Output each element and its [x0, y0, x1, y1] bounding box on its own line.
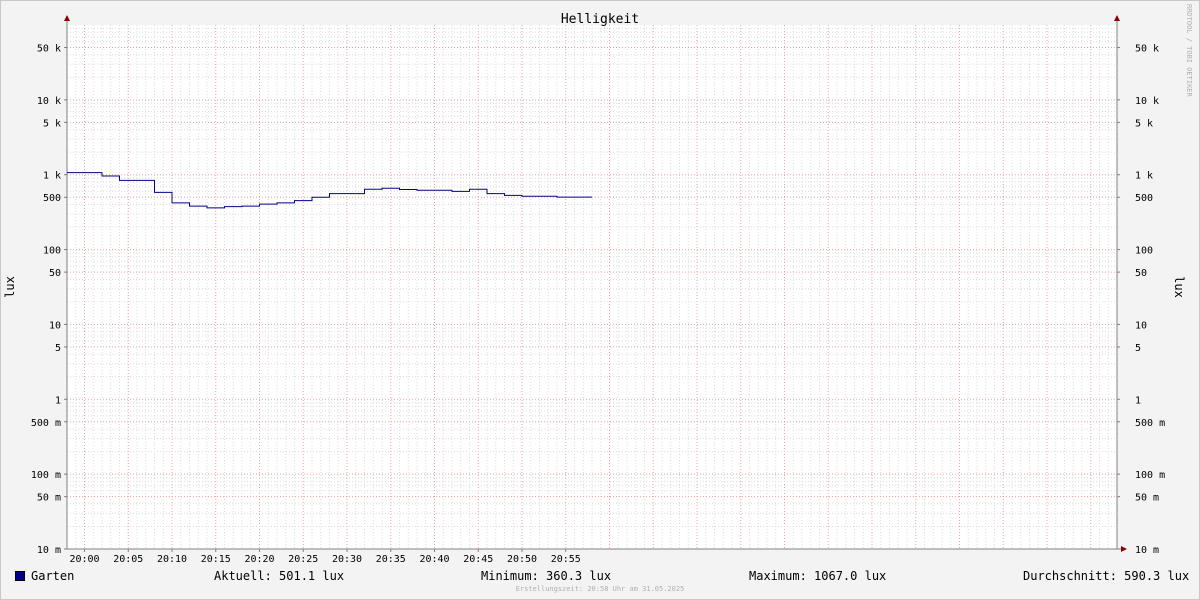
chart-title: Helligkeit: [561, 12, 639, 27]
stat-current-text: Aktuell: 501.1 lux: [214, 569, 345, 583]
x-tick-label: 20:20: [244, 554, 274, 565]
stat-current: Aktuell: 501.1 lux: [214, 569, 344, 583]
y-tick-label-left: 1: [55, 395, 61, 406]
legend-swatch: [15, 571, 25, 581]
legend: Garten: [15, 569, 74, 583]
stat-average: Durchschnitt: 590.3 lux: [1023, 569, 1189, 583]
y-tick-label-left: 5: [55, 343, 61, 354]
stat-maximum: Maximum: 1067.0 lux: [749, 569, 886, 583]
y-tick-label-left: 5 k: [43, 118, 61, 129]
y-tick-label-right: 50: [1135, 268, 1147, 279]
x-tick-label: 20:40: [419, 554, 449, 565]
watermark: RRDTOOL / TOBI OETIKER: [1185, 4, 1193, 98]
x-tick-label: 20:25: [288, 554, 318, 565]
y-tick-label-left: 10 m: [37, 545, 61, 556]
x-tick-label: 20:00: [69, 554, 99, 565]
y-tick-label-left: 50: [49, 268, 61, 279]
y-tick-label-right: 500 m: [1135, 418, 1165, 429]
x-tick-label: 20:50: [507, 554, 537, 565]
y-axis-label-left: lux: [3, 276, 17, 298]
legend-label: Garten: [31, 569, 75, 583]
y-tick-label-left: 50 k: [37, 44, 61, 55]
x-tick-label: 20:15: [201, 554, 231, 565]
y-tick-label-left: 10 k: [37, 96, 61, 107]
y-tick-label-right: 500: [1135, 193, 1153, 204]
y-tick-label-left: 500: [43, 193, 61, 204]
y-tick-label-right: 50 k: [1135, 44, 1159, 55]
stat-maximum-text: Maximum: 1067.0 lux: [749, 569, 887, 583]
x-tick-label: 20:30: [332, 554, 362, 565]
stat-minimum-text: Minimum: 360.3 lux: [481, 569, 612, 583]
stat-average-text: Durchschnitt: 590.3 lux: [1023, 569, 1190, 583]
y-tick-label-right: 1: [1135, 395, 1141, 406]
y-tick-label-left: 50 m: [37, 493, 61, 504]
y-tick-label-left: 10: [49, 320, 61, 331]
y-tick-label-right: 10 k: [1135, 96, 1159, 107]
y-axis-right-arrow: [1114, 15, 1120, 21]
creation-time: Erstellungszeit: 20:58 Uhr am 31.05.2025: [515, 585, 685, 593]
y-tick-label-right: 100: [1135, 246, 1153, 257]
y-axis-label-right: lux: [1172, 276, 1186, 298]
brightness-chart: 10 m 10 m 50 m 50 m 100 m 100 m 500 m 500 m 1 1 5 5…: [3, 4, 1193, 565]
y-tick-label-left: 100: [43, 246, 61, 257]
y-tick-label-right: 10: [1135, 320, 1147, 331]
y-tick-label-right: 50 m: [1135, 493, 1159, 504]
x-tick-label: 20:55: [551, 554, 581, 565]
y-tick-label-right: 5: [1135, 343, 1141, 354]
legend-bar: Garten Aktuell: 501.1 lux Minimum: 360.3…: [0, 566, 1200, 586]
x-tick-label: 20:10: [157, 554, 187, 565]
x-tick-label: 20:35: [376, 554, 406, 565]
y-tick-label-right: 1 k: [1135, 171, 1153, 182]
x-tick-label: 20:05: [113, 554, 143, 565]
y-tick-label-right: 10 m: [1135, 545, 1159, 556]
x-axis-arrow: [1121, 546, 1127, 552]
y-tick-label-left: 500 m: [31, 418, 61, 429]
grid: [67, 25, 1117, 549]
y-tick-label-left: 100 m: [31, 470, 61, 481]
y-axis-left-arrow: [64, 15, 70, 21]
x-tick-label: 20:45: [463, 554, 493, 565]
y-tick-label-left: 1 k: [43, 171, 61, 182]
stat-minimum: Minimum: 360.3 lux: [481, 569, 611, 583]
y-tick-label-right: 5 k: [1135, 118, 1153, 129]
y-tick-label-right: 100 m: [1135, 470, 1165, 481]
